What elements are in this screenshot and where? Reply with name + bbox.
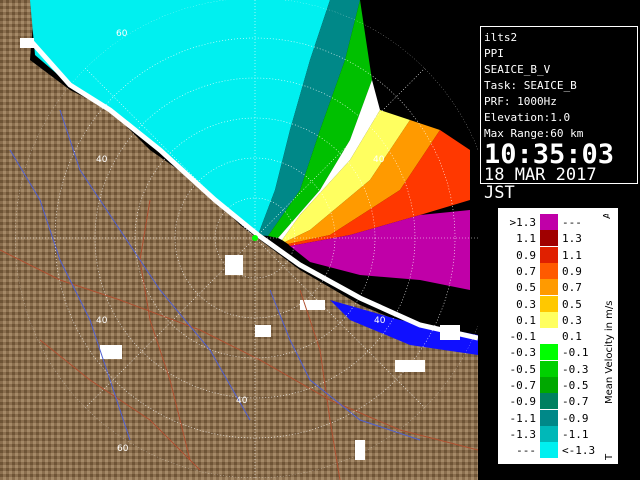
legend-upper-bound: 0.7 bbox=[562, 281, 582, 295]
legend-swatch bbox=[540, 442, 558, 459]
legend-unit-label: A Mean Velocity in m/s T bbox=[602, 214, 615, 460]
legend-swatch bbox=[540, 393, 558, 410]
range-label: 60 bbox=[117, 444, 129, 454]
legend-swatch bbox=[540, 295, 558, 312]
radar-ppi-map: 60 40 40 40 40 60 40 bbox=[0, 0, 478, 480]
legend-row: 1.1 1.3 bbox=[498, 230, 598, 247]
legend-swatch bbox=[540, 214, 558, 230]
scan-date: 18 MAR 2017 JST bbox=[484, 165, 597, 203]
legend-lower-bound: -0.9 bbox=[509, 395, 537, 409]
legend-upper-bound: -0.5 bbox=[562, 379, 589, 392]
range-label: 40 bbox=[96, 316, 108, 326]
legend-swatch bbox=[540, 425, 558, 442]
range-label: 40 bbox=[96, 155, 108, 165]
legend-upper-bound: --- bbox=[562, 216, 582, 229]
legend-top-marker: A bbox=[602, 214, 613, 219]
legend-lower-bound: 0.1 bbox=[516, 313, 536, 327]
legend-lower-bound: -0.1 bbox=[509, 330, 537, 344]
legend-upper-bound: 1.3 bbox=[562, 232, 582, 246]
legend-lower-bound: 0.3 bbox=[516, 297, 536, 311]
task-name: Task: SEAICE_B bbox=[484, 79, 577, 92]
legend-swatch bbox=[540, 230, 558, 247]
legend-lower-bound: >1.3 bbox=[509, 216, 537, 229]
legend-upper-bound: -0.9 bbox=[562, 411, 589, 425]
legend-swatch bbox=[540, 246, 558, 263]
legend-unit-text: Mean Velocity in m/s bbox=[604, 301, 615, 404]
legend-swatch bbox=[540, 328, 558, 345]
legend-upper-bound: <-1.3 bbox=[562, 444, 596, 458]
elevation-value: Elevation:1.0 bbox=[484, 111, 571, 124]
legend-row: --- <-1.3 bbox=[498, 442, 598, 459]
legend-lower-bound: -1.3 bbox=[509, 427, 537, 441]
legend-row: -0.9 -0.7 bbox=[498, 393, 598, 410]
legend-row: -0.3 -0.1 bbox=[498, 344, 598, 361]
prf-value: PRF: 1000Hz bbox=[484, 95, 557, 108]
site-name: ilts2 bbox=[484, 31, 518, 44]
legend-lower-bound: 0.9 bbox=[516, 248, 536, 262]
scan-info-panel: ilts2 PPI SEAICE_B_V Task: SEAICE_B PRF:… bbox=[480, 26, 638, 202]
legend-upper-bound: -0.7 bbox=[562, 395, 589, 409]
legend-row: -0.1 0.1 bbox=[498, 328, 598, 345]
legend-row: 0.9 1.1 bbox=[498, 246, 598, 263]
legend-upper-bound: -1.1 bbox=[562, 427, 589, 441]
legend-upper-bound: 0.5 bbox=[562, 297, 582, 311]
legend-swatch bbox=[540, 360, 558, 377]
range-label: 40 bbox=[374, 316, 386, 326]
range-label: 40 bbox=[236, 396, 248, 406]
legend-swatch bbox=[540, 344, 558, 361]
range-label: 40 bbox=[373, 155, 385, 165]
legend-row: 0.5 0.7 bbox=[498, 279, 598, 296]
legend-row: 0.7 0.9 bbox=[498, 262, 598, 279]
legend-row: -1.3 -1.1 bbox=[498, 425, 598, 442]
legend-lower-bound: 0.7 bbox=[516, 264, 536, 278]
legend-row: >1.3 --- bbox=[498, 214, 598, 230]
legend-lower-bound: -0.5 bbox=[509, 362, 537, 376]
legend-upper-bound: 0.9 bbox=[562, 264, 582, 278]
product-name: SEAICE_B_V bbox=[484, 63, 551, 76]
legend-swatch bbox=[540, 279, 558, 296]
legend-row: -0.7 -0.5 bbox=[498, 377, 598, 393]
legend-upper-bound: 1.1 bbox=[562, 248, 582, 262]
legend-upper-bound: 0.3 bbox=[562, 313, 582, 327]
radar-site-marker bbox=[252, 235, 258, 241]
legend-row: -1.1 -0.9 bbox=[498, 409, 598, 426]
legend-lower-bound: --- bbox=[516, 444, 536, 458]
legend-upper-bound: -0.3 bbox=[562, 362, 589, 376]
legend-bottom-marker: T bbox=[604, 453, 615, 460]
legend-lower-bound: 0.5 bbox=[516, 281, 536, 295]
range-label: 60 bbox=[116, 29, 128, 39]
legend-lower-bound: -0.3 bbox=[509, 346, 537, 360]
legend-row: -0.5 -0.3 bbox=[498, 360, 598, 377]
legend-lower-bound: 1.1 bbox=[516, 232, 536, 246]
legend-lower-bound: -0.7 bbox=[509, 379, 537, 392]
legend-row: 0.3 0.5 bbox=[498, 295, 598, 312]
legend-swatch bbox=[540, 377, 558, 393]
legend-lower-bound: -1.1 bbox=[509, 411, 537, 425]
legend-swatch bbox=[540, 262, 558, 279]
legend-upper-bound: -0.1 bbox=[562, 346, 589, 360]
legend-upper-bound: 0.1 bbox=[562, 330, 582, 344]
legend-row: 0.1 0.3 bbox=[498, 311, 598, 328]
velocity-legend: >1.3 --- 1.1 1.3 0.9 1.1 0.7 0.9 0.5 0.7 0.3 0.5 0.1… bbox=[498, 208, 618, 464]
legend-swatch bbox=[540, 409, 558, 426]
legend-swatch bbox=[540, 311, 558, 328]
scan-mode: PPI bbox=[484, 47, 504, 60]
